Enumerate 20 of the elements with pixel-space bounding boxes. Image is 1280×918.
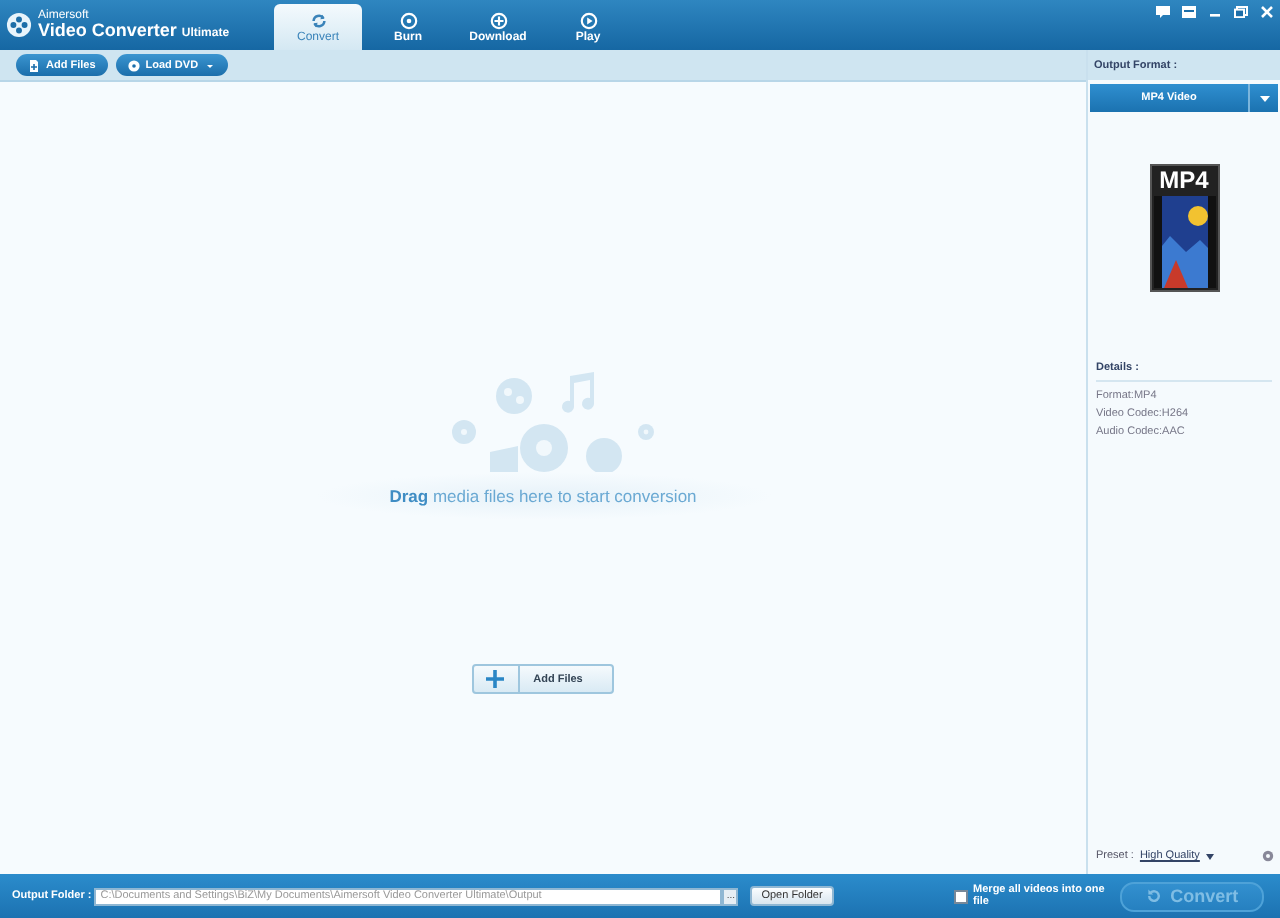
film-reel-icon [6,12,32,38]
settings-icon [1262,850,1274,862]
maximize-icon [1234,6,1248,18]
play-icon [579,11,597,29]
file-add-icon [28,59,40,71]
format-thumbnail: MP4 [1149,164,1219,292]
caret-icon [1205,853,1214,859]
refresh-icon [309,11,327,29]
register-icon [1182,6,1196,18]
refresh-icon [1146,888,1163,904]
caret-icon [1259,95,1269,101]
disc-icon [399,11,417,29]
plus-icon [486,670,505,688]
disc-icon [127,59,140,71]
close-icon [1260,6,1274,18]
drop-hint: Drag media files here to start conversion [389,486,697,506]
merge-checkbox[interactable] [953,889,968,903]
chat-icon [1156,6,1170,18]
caret-icon [204,59,217,71]
plus-circle-icon [489,11,507,29]
